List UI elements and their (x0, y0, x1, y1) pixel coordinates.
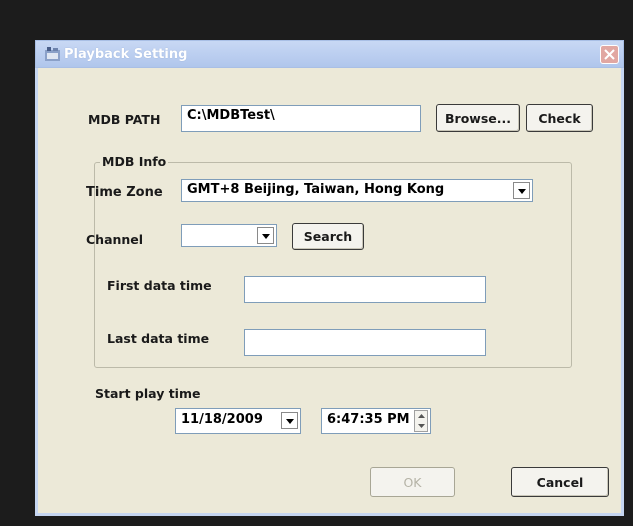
date-dropdown-button[interactable] (281, 412, 298, 429)
chevron-down-icon (262, 234, 270, 239)
mdb-info-group-label: MDB Info (100, 154, 169, 169)
search-button[interactable]: Search (292, 223, 364, 250)
start-time-picker[interactable]: 6:47:35 PM (321, 408, 431, 434)
check-button[interactable]: Check (526, 104, 593, 132)
channel-label: Channel (86, 232, 144, 247)
chevron-down-icon (518, 189, 526, 194)
close-button[interactable] (600, 45, 619, 64)
first-data-time-label: First data time (107, 278, 212, 293)
channel-select[interactable] (181, 224, 277, 247)
chevron-down-icon (286, 419, 294, 424)
playback-setting-dialog: Playback Setting MDB PATH C:\MDBTest\ Br… (35, 40, 624, 516)
mdb-path-input[interactable]: C:\MDBTest\ (181, 105, 421, 132)
start-date-value: 11/18/2009 (181, 412, 263, 427)
ok-button[interactable]: OK (370, 467, 455, 497)
last-data-time-label: Last data time (107, 331, 210, 346)
close-icon (604, 49, 615, 60)
window-title: Playback Setting (64, 47, 188, 62)
cancel-button[interactable]: Cancel (511, 467, 609, 497)
app-icon (45, 47, 60, 61)
last-data-time-field (244, 329, 486, 356)
time-zone-select[interactable]: GMT+8 Beijing, Taiwan, Hong Kong (181, 179, 533, 202)
spin-down-icon[interactable] (418, 424, 425, 428)
first-data-time-field (244, 276, 486, 303)
browse-button[interactable]: Browse... (436, 104, 520, 132)
channel-dropdown-button[interactable] (257, 227, 274, 244)
time-spinner[interactable] (414, 410, 428, 432)
time-zone-label: Time Zone (86, 185, 163, 200)
time-zone-value: GMT+8 Beijing, Taiwan, Hong Kong (187, 182, 445, 197)
spin-up-icon[interactable] (418, 414, 425, 418)
start-date-picker[interactable]: 11/18/2009 (175, 408, 301, 434)
start-time-value: 6:47:35 PM (327, 412, 410, 427)
title-bar[interactable]: Playback Setting (35, 40, 624, 68)
start-play-time-label: Start play time (95, 386, 201, 401)
time-zone-dropdown-button[interactable] (513, 182, 530, 199)
mdb-path-label: MDB PATH (88, 112, 161, 127)
